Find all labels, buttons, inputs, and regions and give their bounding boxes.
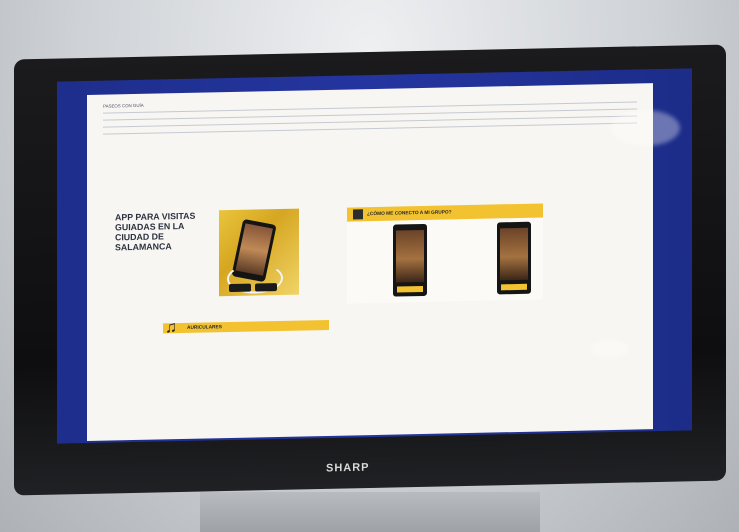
table-cell [103,121,199,123]
table-cell [205,100,275,107]
table-cell [281,115,479,119]
document-page: PASEOS CON GUÍA APP PARA VISITAS GUIADAS… [87,83,653,442]
sharp-logo: SHARP [326,461,370,475]
table-cell-link[interactable] [281,96,479,106]
table-cell: PASEOS CON GUÍA [103,102,144,109]
light-glare [590,340,630,358]
tv-stand [200,492,540,532]
table-cell [205,113,275,114]
table-cell-link[interactable] [281,108,479,112]
phone-photo [219,208,299,297]
table-cell [205,127,275,128]
app-promo-title: APP PARA VISITAS GUIADAS EN LA CIUDAD DE… [115,210,196,253]
group-icon [353,209,363,220]
group-connect-heading: ¿CÓMO ME CONECTO A MI GRUPO? [367,209,452,217]
table-cell [205,120,275,121]
app-store-badge-icon[interactable] [229,283,251,293]
table-cell [601,92,653,99]
table-cell [103,128,199,130]
app-promo: APP PARA VISITAS GUIADAS EN LA CIUDAD DE… [115,208,299,301]
schedule-table: PASEOS CON GUÍA [103,89,637,135]
group-connect-panel: ¿CÓMO ME CONECTO A MI GRUPO? [347,203,543,304]
table-cell [485,120,595,122]
earphones-section: ♫ AURICULARES [163,319,329,363]
google-play-badge-icon[interactable] [255,283,277,292]
table-cell [485,106,595,108]
join-button-icon [397,285,423,293]
table-cell [485,93,595,101]
phone-screenshot [393,223,427,297]
table-cell [281,122,479,126]
group-connect-header: ¿CÓMO ME CONECTO A MI GRUPO? [347,203,543,222]
earphones-strip: AURICULARES [163,319,329,334]
earphones-icon: ♫ [165,319,177,337]
table-cell [485,113,595,115]
light-glare [610,110,680,146]
join-button-icon [501,283,527,291]
phone-screenshot [497,221,531,295]
tv-screen: PASEOS CON GUÍA APP PARA VISITAS GUIADAS… [57,68,692,444]
table-cell [103,114,199,116]
earphones-heading: AURICULARES [187,324,222,331]
table-cell [601,105,653,106]
